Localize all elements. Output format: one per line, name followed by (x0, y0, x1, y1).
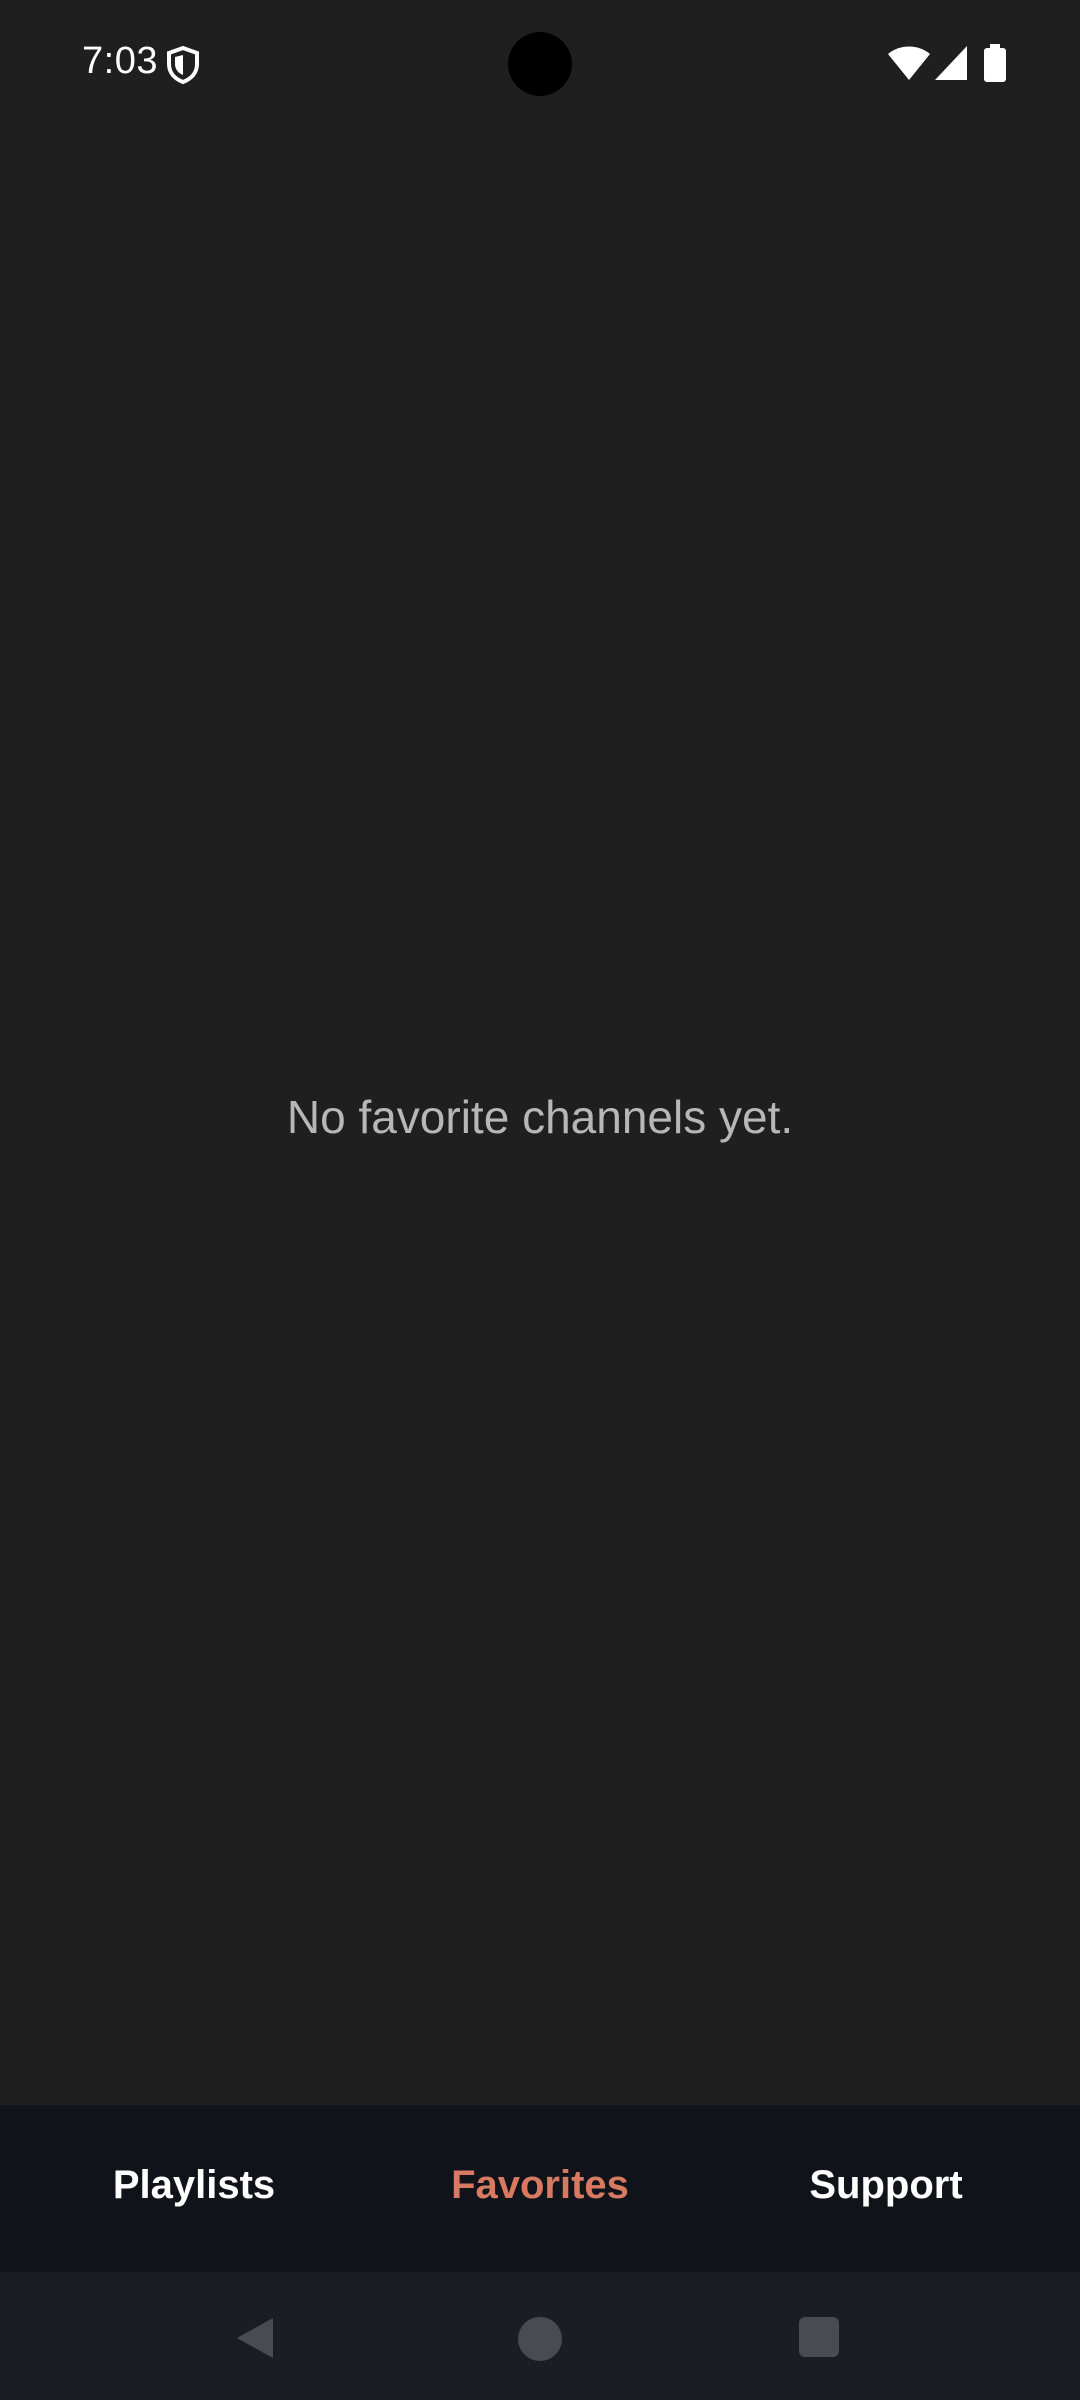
wifi-icon (888, 46, 930, 80)
back-icon[interactable] (233, 2316, 277, 2360)
nav-tab-support[interactable]: Support (756, 2163, 1016, 2208)
nav-tab-favorites[interactable]: Favorites (410, 2163, 670, 2208)
recents-icon[interactable] (799, 2317, 839, 2357)
nav-tab-playlists[interactable]: Playlists (64, 2163, 324, 2208)
empty-favorites-message: No favorite channels yet. (286, 1091, 794, 1143)
system-navigation-bar (0, 2272, 1080, 2400)
bottom-navigation: Playlists Favorites Support (0, 2105, 1080, 2272)
home-icon[interactable] (518, 2317, 562, 2361)
status-time: 7:03 (82, 40, 158, 82)
shield-icon (167, 46, 199, 84)
status-bar: 7:03 (0, 0, 1080, 128)
signal-icon (935, 46, 967, 80)
battery-icon (984, 44, 1006, 82)
app-screen: 7:03 No favorite channels yet. Playlists… (0, 0, 1080, 2400)
camera-cutout (508, 32, 572, 96)
